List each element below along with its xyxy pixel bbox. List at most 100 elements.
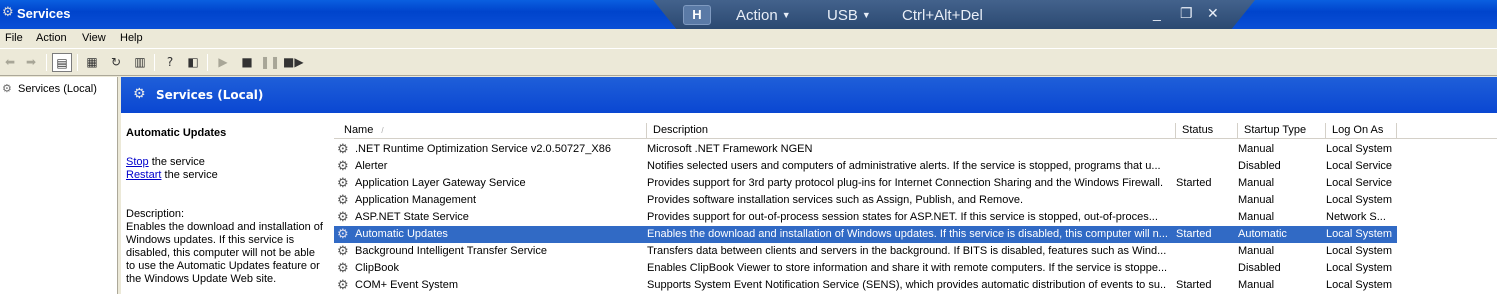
cell-name: .NET Runtime Optimization Service v2.0.5… bbox=[355, 143, 611, 155]
toolbar-separator bbox=[46, 54, 47, 71]
table-row[interactable]: ⚙ COM+ Event System Supports System Event … bbox=[334, 277, 1397, 294]
cell-logon: Local System bbox=[1326, 245, 1393, 257]
extended-view-panel: Automatic Updates Stop the service Resta… bbox=[121, 113, 328, 294]
stop-service-link[interactable]: Stop bbox=[126, 156, 149, 168]
cell-description: Microsoft .NET Framework NGEN bbox=[647, 143, 813, 155]
stop-service-icon[interactable]: ■ bbox=[237, 53, 257, 72]
column-header-name[interactable]: Name / bbox=[338, 123, 647, 139]
cell-name: Automatic Updates bbox=[355, 228, 448, 240]
service-gear-icon: ⚙ bbox=[337, 209, 349, 224]
cell-name: Background Intelligent Transfer Service bbox=[355, 245, 547, 257]
cell-logon: Local System bbox=[1326, 194, 1393, 206]
minimize-button[interactable]: _ bbox=[1153, 5, 1161, 21]
cell-startup: Disabled bbox=[1238, 160, 1281, 172]
close-button[interactable]: ✕ bbox=[1207, 5, 1219, 22]
cell-startup: Manual bbox=[1238, 194, 1275, 206]
cell-logon: Local System bbox=[1326, 228, 1393, 240]
menu-action[interactable]: Action bbox=[36, 32, 67, 44]
toolbar: ⬅ ➡ ▤ ▦ ↻ ▥ ? ◧ ▶ ■ ❚❚ ■▶ bbox=[0, 48, 1497, 76]
window-title: Services bbox=[17, 6, 71, 21]
restore-button[interactable]: ❐ bbox=[1180, 5, 1193, 22]
table-row[interactable]: ⚙ Application Layer Gateway Service Provid… bbox=[334, 175, 1397, 192]
restart-service-icon[interactable]: ■▶ bbox=[283, 53, 304, 72]
column-header-startup-type[interactable]: Startup Type bbox=[1238, 123, 1326, 139]
show-action-pane-icon[interactable]: ◧ bbox=[183, 53, 203, 72]
stop-service-line: Stop the service bbox=[126, 156, 205, 168]
tree-node-label: Services (Local) bbox=[18, 83, 97, 95]
service-gear-icon: ⚙ bbox=[337, 260, 349, 275]
tree-node-services-local[interactable]: ⚙ Services (Local) bbox=[2, 82, 97, 95]
service-gear-icon: ⚙ bbox=[337, 192, 349, 207]
stop-service-text: the service bbox=[148, 156, 205, 168]
details-pane: ⚙ Services (Local) Automatic Updates Sto… bbox=[121, 77, 1497, 294]
table-row[interactable]: ⚙ Alerter Notifies selected users and comp… bbox=[334, 158, 1397, 175]
pause-service-icon[interactable]: ❚❚ bbox=[260, 53, 280, 72]
column-header-status[interactable]: Status bbox=[1176, 123, 1238, 139]
toolbar-separator bbox=[207, 54, 208, 71]
table-row[interactable]: ⚙ Background Intelligent Transfer Service… bbox=[334, 243, 1397, 260]
restart-service-line: Restart the service bbox=[126, 169, 218, 181]
refresh-icon[interactable]: ↻ bbox=[106, 53, 126, 72]
service-gear-icon: ⚙ bbox=[337, 277, 349, 292]
service-description: Description: Enables the download and in… bbox=[126, 208, 326, 286]
cell-description: Transfers data between clients and serve… bbox=[647, 245, 1167, 257]
start-service-icon[interactable]: ▶ bbox=[213, 53, 233, 72]
column-header-log-on-as[interactable]: Log On As bbox=[1326, 123, 1397, 139]
menu-view[interactable]: View bbox=[82, 32, 106, 44]
cell-logon: Local System bbox=[1326, 279, 1393, 291]
description-label: Description: bbox=[126, 208, 185, 220]
cell-description: Supports System Event Notification Servi… bbox=[647, 279, 1167, 291]
cell-startup: Manual bbox=[1238, 211, 1275, 223]
remote-usb-label: USB bbox=[827, 7, 858, 24]
dropdown-arrow-icon: ▼ bbox=[861, 10, 871, 20]
restart-service-link[interactable]: Restart bbox=[126, 169, 161, 181]
export-list-icon[interactable]: ▥ bbox=[130, 53, 150, 72]
forward-arrow-icon[interactable]: ➡ bbox=[21, 53, 41, 72]
restart-service-text: the service bbox=[161, 169, 218, 181]
cell-name: Application Layer Gateway Service bbox=[355, 177, 526, 189]
back-arrow-icon[interactable]: ⬅ bbox=[0, 53, 20, 72]
menu-file[interactable]: File bbox=[5, 32, 23, 44]
column-header-description[interactable]: Description bbox=[647, 123, 1176, 139]
remote-action-menu[interactable]: Action ▼ bbox=[736, 7, 791, 24]
cell-description: Notifies selected users and computers of… bbox=[647, 160, 1161, 172]
cell-logon: Local Service bbox=[1326, 160, 1393, 172]
dropdown-arrow-icon: ▼ bbox=[781, 10, 791, 20]
cell-logon: Network S... bbox=[1326, 211, 1386, 223]
pane-header-title: Services (Local) bbox=[156, 88, 264, 102]
cell-logon: Local System bbox=[1326, 262, 1393, 274]
show-hide-tree-icon[interactable]: ▤ bbox=[52, 53, 72, 72]
cell-status: Started bbox=[1176, 228, 1212, 240]
table-row[interactable]: ⚙ .NET Runtime Optimization Service v2.0.… bbox=[334, 141, 1397, 158]
service-gear-icon: ⚙ bbox=[337, 175, 349, 190]
service-gear-icon: ⚙ bbox=[337, 141, 349, 156]
ctrl-alt-del-button[interactable]: Ctrl+Alt+Del bbox=[902, 7, 983, 24]
cell-name: Alerter bbox=[355, 160, 388, 172]
cell-startup: Disabled bbox=[1238, 262, 1281, 274]
table-row[interactable]: ⚙ Automatic Updates Enables the download a… bbox=[334, 226, 1397, 243]
services-gear-icon: ⚙ bbox=[2, 83, 12, 95]
service-gear-icon: ⚙ bbox=[337, 243, 349, 258]
cell-startup: Automatic bbox=[1238, 228, 1287, 240]
pin-button[interactable]: H bbox=[683, 5, 711, 25]
help-icon[interactable]: ? bbox=[160, 53, 180, 72]
cell-description: Provides support for out-of-process sess… bbox=[647, 211, 1158, 223]
menu-help[interactable]: Help bbox=[120, 32, 143, 44]
table-row[interactable]: ⚙ ASP.NET State Service Provides support f… bbox=[334, 209, 1397, 226]
services-list: Name / Description Status Startup Type Lo… bbox=[328, 117, 1497, 294]
cell-status: Started bbox=[1176, 279, 1212, 291]
toolbar-separator bbox=[77, 54, 78, 71]
cell-startup: Manual bbox=[1238, 143, 1275, 155]
service-gear-icon: ⚙ bbox=[337, 226, 349, 241]
table-row[interactable]: ⚙ Application Management Provides software… bbox=[334, 192, 1397, 209]
cell-description: Provides software installation services … bbox=[647, 194, 1024, 206]
properties-icon[interactable]: ▦ bbox=[82, 53, 102, 72]
column-name-label: Name bbox=[344, 124, 374, 136]
remote-usb-menu[interactable]: USB ▼ bbox=[827, 7, 871, 24]
selected-service-title: Automatic Updates bbox=[126, 127, 227, 139]
cell-startup: Manual bbox=[1238, 279, 1275, 291]
cell-description: Enables the download and installation of… bbox=[647, 228, 1167, 240]
cell-description: Provides support for 3rd party protocol … bbox=[647, 177, 1164, 189]
cell-description: Enables ClipBook Viewer to store informa… bbox=[647, 262, 1167, 274]
table-row[interactable]: ⚙ ClipBook Enables ClipBook Viewer to stor… bbox=[334, 260, 1397, 277]
